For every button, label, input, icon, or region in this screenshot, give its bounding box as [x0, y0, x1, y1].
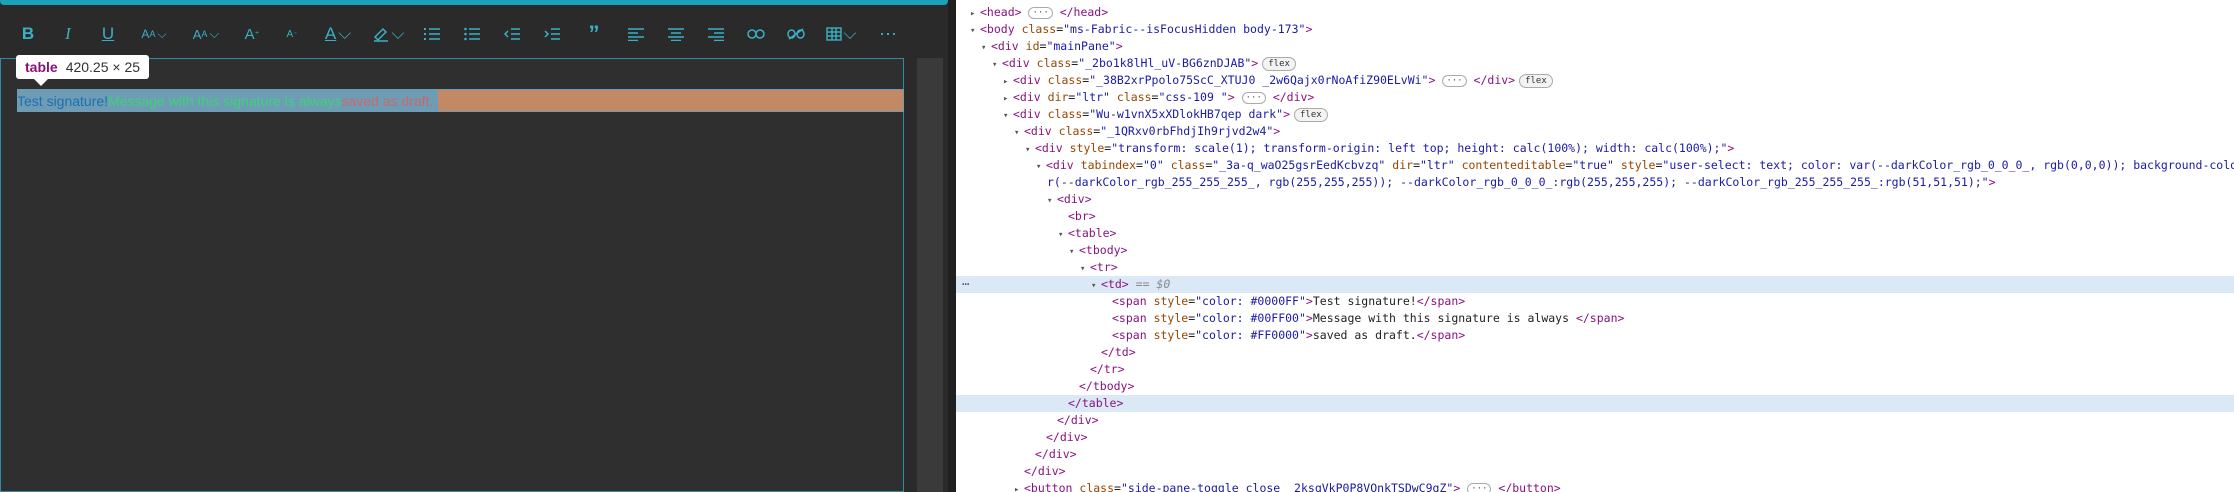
align-center-icon [668, 28, 684, 41]
signature-editor[interactable] [0, 58, 904, 492]
dom-node-line[interactable]: </div> [956, 429, 2234, 446]
insert-table-button[interactable]: ⌵ [822, 18, 860, 50]
highlight-button[interactable]: ⌵ [368, 18, 408, 50]
highlighter-icon [373, 27, 388, 42]
editor-pane: B I U A A ⌵ A A ⌵ A ⁺ A ⁻ A ⌵ ⌵ ” ⌵ ⋯ Te… [0, 0, 948, 492]
font-color-button[interactable]: A ⌵ [320, 18, 356, 50]
tooltip-tag: table [25, 59, 58, 75]
more-options-button[interactable]: ⋯ [876, 18, 900, 50]
unlink-icon [787, 28, 805, 40]
dom-node-line[interactable]: ▾ <div class="_1QRxv0rbFhdjIh9rjvd2w4"> [956, 123, 2234, 140]
dom-node-line[interactable]: <span style="color: #00FF00">Message wit… [956, 310, 2234, 327]
quote-button[interactable]: ” [582, 18, 606, 50]
dom-node-line[interactable]: ▸ <div class="_38B2xrPpolo75ScC_XTUJ0 _2w… [956, 72, 2234, 89]
formatting-toolbar: B I U A A ⌵ A A ⌵ A ⁺ A ⁻ A ⌵ ⌵ ” ⌵ ⋯ [0, 12, 948, 58]
dom-node-line[interactable]: </td> [956, 344, 2234, 361]
dom-node-line[interactable]: </tr> [956, 361, 2234, 378]
align-left-button[interactable] [624, 18, 648, 50]
align-right-icon [708, 28, 724, 41]
dom-node-line[interactable]: <span style="color: #FF0000">saved as dr… [956, 327, 2234, 344]
dom-node-line[interactable]: </div> [956, 412, 2234, 429]
link-icon [747, 29, 765, 39]
dom-node-line[interactable]: <br> [956, 208, 2234, 225]
scrollbar[interactable] [917, 58, 943, 492]
devtools-elements-panel: ▸ <head> ··· </head> ▾ <body class="ms-Fabr… [956, 0, 2234, 492]
dom-node-line[interactable]: ▾ <table> [956, 225, 2234, 242]
numbered-list-icon [424, 28, 440, 40]
bold-button[interactable]: B [16, 18, 40, 50]
grow-font-button[interactable]: A ⁺ [240, 18, 264, 50]
indent-icon [544, 28, 560, 40]
accent-bar [0, 0, 948, 5]
font-size-button[interactable]: A A ⌵ [186, 18, 226, 50]
bullet-list-button[interactable] [460, 18, 484, 50]
more-actions-icon[interactable]: ⋯ [962, 277, 969, 291]
italic-button[interactable]: I [56, 18, 80, 50]
dom-node-line[interactable]: </div> [956, 446, 2234, 463]
increase-indent-button[interactable] [540, 18, 564, 50]
underline-button[interactable]: U [96, 18, 120, 50]
remove-link-button[interactable] [784, 18, 808, 50]
font-button[interactable]: A A ⌵ [134, 18, 174, 50]
dom-node-line[interactable]: ▾ <div class="Wu-w1vnX5xXDlokHB7qep dark"… [956, 106, 2234, 123]
align-right-button[interactable] [704, 18, 728, 50]
dom-node-line[interactable]: ▾ <div id="mainPane"> [956, 38, 2234, 55]
align-left-icon [628, 28, 644, 41]
dom-node-line[interactable]: r(--darkColor_rgb_255_255_255_, rgb(255,… [956, 174, 2234, 191]
tooltip-dimensions: 420.25 × 25 [65, 59, 141, 75]
dom-node-line[interactable]: ▾ <tbody> [956, 242, 2234, 259]
align-center-button[interactable] [664, 18, 688, 50]
table-icon [825, 27, 842, 41]
dom-node-line[interactable]: ▸ <div dir="ltr" class="css-109 "> ··· </… [956, 89, 2234, 106]
decrease-indent-button[interactable] [500, 18, 524, 50]
numbered-list-button[interactable] [420, 18, 444, 50]
dom-node-line[interactable]: </table> [956, 395, 2234, 412]
bullet-list-icon [464, 27, 480, 41]
dom-node-line[interactable]: ▾ <tr> [956, 259, 2234, 276]
dom-node-line[interactable]: ▸ <button class="side-pane-toggle close _… [956, 480, 2234, 492]
outdent-icon [504, 28, 520, 40]
dom-node-line[interactable]: ▾ <div tabindex="0" class="_3a-q_waO25gsr… [956, 157, 2234, 174]
insert-link-button[interactable] [744, 18, 768, 50]
dom-node-line[interactable]: </tbody> [956, 378, 2234, 395]
element-inspect-tooltip: table 420.25 × 25 [16, 55, 150, 86]
chevron-down-icon: ⌵ [157, 26, 167, 41]
dom-node-line[interactable]: ▾ <div class="_2bo1k8lHl_uV-BG6znDJAB"> fl… [956, 55, 2234, 72]
shrink-font-button[interactable]: A ⁻ [280, 18, 304, 50]
chevron-down-icon: ⌵ [843, 24, 857, 43]
dom-node-line[interactable]: <span style="color: #0000FF">Test signat… [956, 293, 2234, 310]
dom-node-line[interactable]: ▸ <head> ··· </head> [956, 4, 2234, 21]
dom-node-line[interactable]: ▾ <div> [956, 191, 2234, 208]
dom-node-line[interactable]: ▾ <body class="ms-Fabric--isFocusHidden b… [956, 21, 2234, 38]
chevron-down-icon: ⌵ [338, 24, 352, 43]
chevron-down-icon: ⌵ [391, 24, 405, 43]
dom-node-line[interactable]: </div> [956, 463, 2234, 480]
table-outline [17, 89, 904, 112]
chevron-down-icon: ⌵ [209, 26, 220, 41]
dom-node-line[interactable]: ▾ <div style="transform: scale(1); transf… [956, 140, 2234, 157]
dom-node-line[interactable]: ▾ <td> == $0 [956, 276, 2234, 293]
